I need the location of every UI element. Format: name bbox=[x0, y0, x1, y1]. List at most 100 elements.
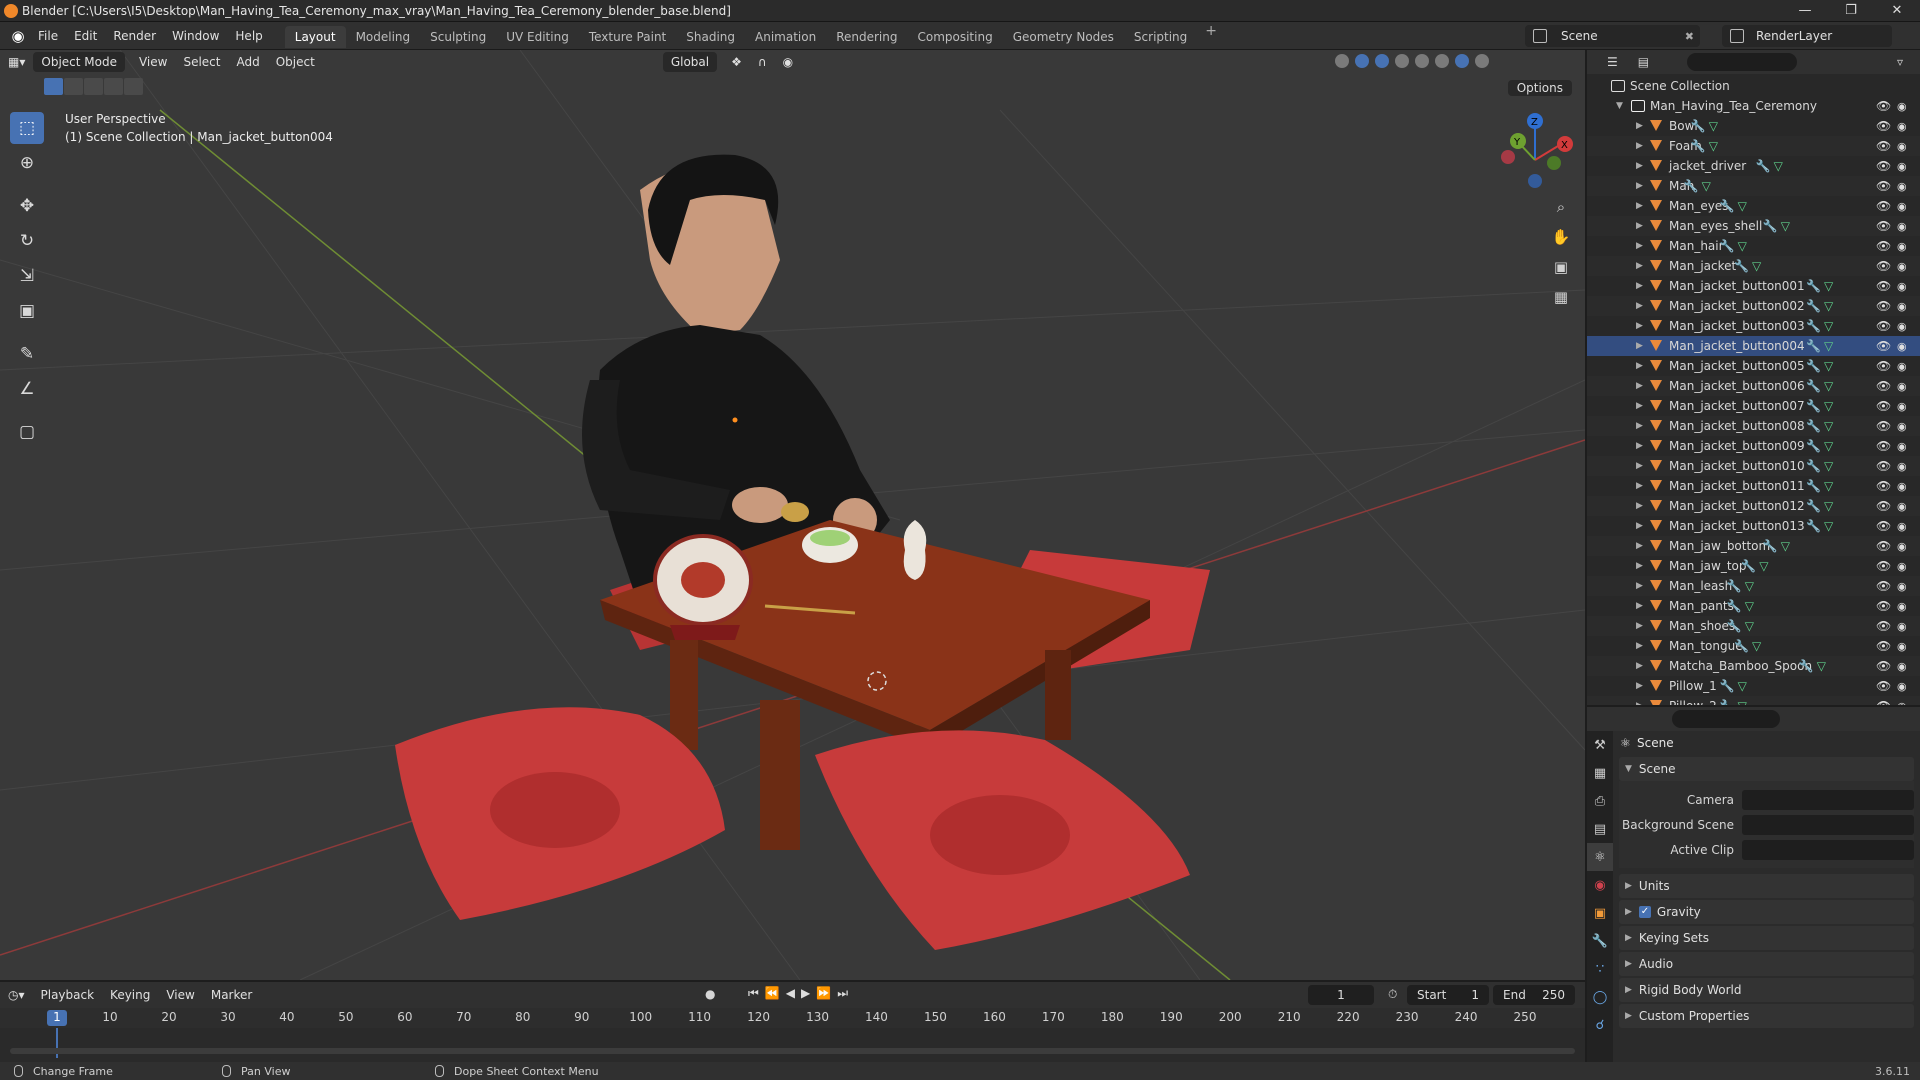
menu-window[interactable]: Window bbox=[164, 22, 227, 50]
measure-tool-icon[interactable]: ∠ bbox=[10, 373, 44, 405]
tab-sculpting[interactable]: Sculpting bbox=[420, 26, 496, 48]
rigid-body-world-panel-header[interactable]: ▶ Rigid Body World bbox=[1619, 978, 1914, 1002]
expand-arrow-icon[interactable]: ▶ bbox=[1636, 201, 1643, 211]
outliner-item[interactable]: ▶ Man 🔧 ▽ 👁 ◉ bbox=[1587, 176, 1920, 196]
expand-arrow-icon[interactable]: ▶ bbox=[1636, 321, 1643, 331]
modifier-wrench-icon[interactable]: 🔧 bbox=[1720, 239, 1735, 253]
visibility-eye-icon[interactable]: 👁 bbox=[1876, 379, 1891, 393]
blender-logo-icon[interactable]: ◉ bbox=[6, 24, 30, 48]
expand-arrow-icon[interactable]: ▶ bbox=[1636, 621, 1643, 631]
visibility-eye-icon[interactable]: 👁 bbox=[1876, 679, 1891, 693]
tab-animation[interactable]: Animation bbox=[745, 26, 826, 48]
outliner-item[interactable]: ▶ Man_eyes 🔧 ▽ 👁 ◉ bbox=[1587, 196, 1920, 216]
visibility-eye-icon[interactable]: 👁 bbox=[1876, 239, 1891, 253]
options-button[interactable]: Options bbox=[1507, 80, 1572, 96]
mesh-data-icon[interactable]: ▽ bbox=[1759, 559, 1768, 573]
mesh-data-icon[interactable]: ▽ bbox=[1824, 299, 1833, 313]
render-camera-icon[interactable]: ◉ bbox=[1897, 360, 1907, 373]
mesh-data-icon[interactable]: ▽ bbox=[1738, 199, 1747, 213]
render-camera-icon[interactable]: ◉ bbox=[1897, 560, 1907, 573]
active-clip-field[interactable] bbox=[1742, 839, 1914, 860]
constraints-props-icon[interactable]: ☌ bbox=[1587, 1011, 1613, 1039]
editor-type-icon[interactable]: ▦▾ bbox=[0, 52, 33, 72]
render-camera-icon[interactable]: ◉ bbox=[1897, 240, 1907, 253]
timeline-ruler[interactable]: 1 10 20 30 40 50 60 70 80 90 100 110 120 130 140 150 160… bbox=[0, 1008, 1585, 1058]
select-intersect-icon[interactable] bbox=[124, 78, 143, 95]
render-camera-icon[interactable]: ◉ bbox=[1897, 660, 1907, 673]
gizmo-neg-y[interactable] bbox=[1547, 156, 1561, 170]
gizmo-neg-z[interactable] bbox=[1528, 174, 1542, 188]
visibility-eye-icon[interactable]: 👁 bbox=[1876, 659, 1891, 673]
add-workspace-icon[interactable]: + bbox=[1197, 23, 1225, 48]
visibility-eye-icon[interactable]: 👁 bbox=[1876, 199, 1891, 213]
mesh-data-icon[interactable]: ▽ bbox=[1752, 259, 1761, 273]
menu-timeline-view[interactable]: View bbox=[158, 985, 202, 1005]
render-camera-icon[interactable]: ◉ bbox=[1897, 200, 1907, 213]
modifier-wrench-icon[interactable]: 🔧 bbox=[1727, 619, 1742, 633]
timeline-scrollbar[interactable] bbox=[10, 1048, 1575, 1054]
tab-compositing[interactable]: Compositing bbox=[907, 26, 1002, 48]
mesh-data-icon[interactable]: ▽ bbox=[1824, 459, 1833, 473]
modifier-wrench-icon[interactable]: 🔧 bbox=[1684, 179, 1699, 193]
modifier-wrench-icon[interactable]: 🔧 bbox=[1763, 539, 1778, 553]
visibility-eye-icon[interactable]: 👁 bbox=[1876, 319, 1891, 333]
modifier-wrench-icon[interactable]: 🔧 bbox=[1734, 259, 1749, 273]
object-props-icon[interactable]: ▣ bbox=[1587, 899, 1613, 927]
outliner-item[interactable]: ▶ Man_jacket_button004 🔧 ▽ 👁 ◉ bbox=[1587, 336, 1920, 356]
end-frame-field[interactable]: End 250 bbox=[1493, 985, 1575, 1005]
outliner-item[interactable]: ▶ Man_jacket 🔧 ▽ 👁 ◉ bbox=[1587, 256, 1920, 276]
visibility-eye-icon[interactable]: 👁 bbox=[1876, 179, 1891, 193]
modifier-wrench-icon[interactable]: 🔧 bbox=[1720, 699, 1735, 705]
minimize-icon[interactable]: — bbox=[1782, 0, 1828, 22]
scene-pin-icon[interactable]: ✖ bbox=[1685, 30, 1694, 43]
visibility-eye-icon[interactable]: 👁 bbox=[1876, 699, 1891, 705]
modifier-wrench-icon[interactable]: 🔧 bbox=[1720, 679, 1735, 693]
select-new-icon[interactable] bbox=[44, 78, 63, 95]
mesh-data-icon[interactable]: ▽ bbox=[1745, 579, 1754, 593]
visibility-eye-icon[interactable]: 👁 bbox=[1876, 419, 1891, 433]
render-camera-icon[interactable]: ◉ bbox=[1897, 180, 1907, 193]
outliner-item[interactable]: ▶ Man_jacket_button002 🔧 ▽ 👁 ◉ bbox=[1587, 296, 1920, 316]
visibility-icon[interactable] bbox=[1335, 54, 1349, 68]
restore-icon[interactable]: ❐ bbox=[1828, 0, 1874, 22]
transform-orientation-dropdown[interactable]: Global bbox=[662, 52, 718, 72]
gizmo-toggle-icon[interactable] bbox=[1355, 54, 1369, 68]
visibility-eye-icon[interactable]: 👁 bbox=[1876, 599, 1891, 613]
expand-arrow-icon[interactable]: ▶ bbox=[1636, 641, 1643, 651]
render-props-icon[interactable]: ▦ bbox=[1587, 759, 1613, 787]
tab-texture-paint[interactable]: Texture Paint bbox=[579, 26, 676, 48]
jump-end-icon[interactable]: ⏭ bbox=[837, 986, 848, 1001]
outliner-item[interactable]: ▶ Man_jacket_button001 🔧 ▽ 👁 ◉ bbox=[1587, 276, 1920, 296]
modifier-wrench-icon[interactable]: 🔧 bbox=[1806, 279, 1821, 293]
audio-panel-header[interactable]: ▶ Audio bbox=[1619, 952, 1914, 976]
world-props-icon[interactable]: ◉ bbox=[1587, 871, 1613, 899]
tool-props-icon[interactable]: ⚒ bbox=[1587, 731, 1613, 759]
expand-arrow-icon[interactable]: ▶ bbox=[1636, 421, 1643, 431]
expand-arrow-icon[interactable]: ▶ bbox=[1636, 281, 1643, 291]
render-camera-icon[interactable]: ◉ bbox=[1897, 520, 1907, 533]
mesh-data-icon[interactable]: ▽ bbox=[1824, 279, 1833, 293]
expand-arrow-icon[interactable]: ▶ bbox=[1636, 581, 1643, 591]
visibility-eye-icon[interactable]: 👁 bbox=[1876, 479, 1891, 493]
wireframe-shading-icon[interactable] bbox=[1415, 54, 1429, 68]
mesh-data-icon[interactable]: ▽ bbox=[1745, 599, 1754, 613]
particles-props-icon[interactable]: ∵ bbox=[1587, 955, 1613, 983]
render-camera-icon[interactable]: ◉ bbox=[1897, 260, 1907, 273]
render-camera-icon[interactable]: ◉ bbox=[1897, 620, 1907, 633]
expand-arrow-icon[interactable]: ▶ bbox=[1636, 701, 1643, 705]
snap-icon[interactable]: ∩ bbox=[750, 52, 775, 72]
outliner-item[interactable]: ▶ Man_jacket_button006 🔧 ▽ 👁 ◉ bbox=[1587, 376, 1920, 396]
expand-arrow-icon[interactable]: ▶ bbox=[1636, 481, 1643, 491]
overlay-toggle-icon[interactable] bbox=[1375, 54, 1389, 68]
expand-arrow-icon[interactable]: ▼ bbox=[1616, 101, 1623, 111]
start-frame-field[interactable]: Start 1 bbox=[1407, 985, 1489, 1005]
mesh-data-icon[interactable]: ▽ bbox=[1774, 159, 1783, 173]
modifier-wrench-icon[interactable]: 🔧 bbox=[1806, 339, 1821, 353]
outliner-item[interactable]: ▶ Man_jaw_bottom 🔧 ▽ 👁 ◉ bbox=[1587, 536, 1920, 556]
expand-arrow-icon[interactable]: ▶ bbox=[1636, 401, 1643, 411]
render-camera-icon[interactable]: ◉ bbox=[1897, 640, 1907, 653]
render-camera-icon[interactable]: ◉ bbox=[1897, 440, 1907, 453]
mesh-data-icon[interactable]: ▽ bbox=[1824, 359, 1833, 373]
menu-playback[interactable]: Playback bbox=[33, 985, 103, 1005]
scene-props-icon[interactable]: ⚛ bbox=[1587, 843, 1613, 871]
